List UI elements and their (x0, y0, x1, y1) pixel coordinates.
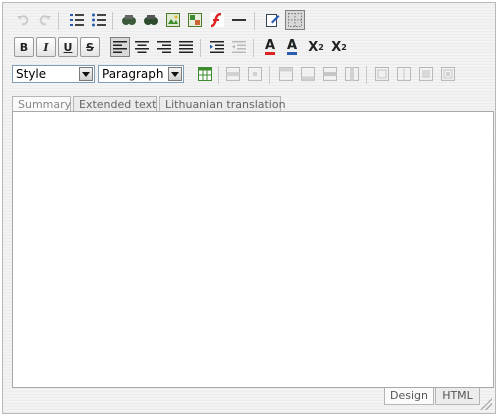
toolbar-separator (58, 12, 59, 30)
superscript-label: X (308, 39, 319, 55)
align-left-icon[interactable] (110, 37, 130, 57)
insert-column-icon[interactable] (342, 64, 362, 84)
flash-icon[interactable] (207, 10, 227, 30)
resize-grip-icon[interactable] (480, 398, 492, 410)
text-color-icon[interactable]: A (260, 37, 280, 57)
undo-icon[interactable] (13, 10, 33, 30)
numbered-list-icon[interactable] (67, 10, 87, 30)
image-icon[interactable] (163, 10, 183, 30)
link-icon[interactable] (119, 10, 139, 30)
block-format-select[interactable]: Paragraph (98, 65, 184, 83)
superscript-mark: 2 (318, 42, 324, 52)
toolbar-separator (112, 12, 113, 30)
align-center-icon[interactable] (132, 37, 152, 57)
text-color-label: A (264, 37, 276, 55)
superscript-button[interactable]: X2 (306, 37, 326, 57)
background-color-icon[interactable]: A (282, 37, 302, 57)
subscript-button[interactable]: X2 (329, 37, 349, 57)
chevron-down-icon (79, 67, 93, 81)
style-select-value: Style (16, 67, 47, 81)
toolbar-separator (218, 66, 219, 84)
block-format-value: Paragraph (102, 67, 164, 81)
indent-icon[interactable] (207, 37, 227, 57)
tab-html[interactable]: HTML (435, 388, 480, 405)
bold-button[interactable]: B (14, 37, 34, 57)
toolbar-separator (254, 12, 255, 30)
italic-button[interactable]: I (36, 37, 56, 57)
insert-table-icon[interactable] (195, 64, 215, 84)
row-props-icon[interactable] (223, 64, 243, 84)
style-select[interactable]: Style (12, 65, 95, 83)
table-props-icon[interactable] (416, 64, 436, 84)
tab-lithuanian-translation[interactable]: Lithuanian translation (159, 96, 286, 112)
bullet-list-icon[interactable] (89, 10, 109, 30)
editor-content-area[interactable] (12, 111, 494, 388)
redo-icon[interactable] (35, 10, 55, 30)
align-right-icon[interactable] (154, 37, 174, 57)
subscript-label: X (331, 39, 342, 55)
subscript-mark: 2 (341, 42, 347, 52)
edit-source-icon[interactable] (263, 10, 283, 30)
merge-cells-icon[interactable] (394, 64, 414, 84)
strikethrough-button[interactable]: S (80, 37, 100, 57)
tab-summary[interactable]: Summary (12, 96, 71, 112)
delete-table-icon[interactable] (438, 64, 458, 84)
insert-row-before-icon[interactable] (276, 64, 296, 84)
tab-design[interactable]: Design (384, 388, 434, 405)
underline-button[interactable]: U (58, 37, 78, 57)
outdent-icon[interactable] (229, 37, 249, 57)
visual-aid-icon[interactable] (285, 10, 305, 30)
split-cells-icon[interactable] (372, 64, 392, 84)
media-icon[interactable] (185, 10, 205, 30)
unlink-icon[interactable] (141, 10, 161, 30)
tab-extended-text[interactable]: Extended text (73, 96, 157, 112)
toolbar-separator (269, 66, 270, 84)
toolbar-separator (200, 39, 201, 57)
background-color-label: A (286, 37, 298, 55)
cell-props-icon[interactable] (245, 64, 265, 84)
rich-text-editor: B I U S A A X2 X2 Style Paragraph Summar… (2, 2, 496, 414)
insert-row-after-icon[interactable] (298, 64, 318, 84)
horizontal-rule-icon[interactable] (229, 10, 249, 30)
toolbar-separator (253, 39, 254, 57)
chevron-down-icon (168, 67, 182, 81)
delete-row-icon[interactable] (320, 64, 340, 84)
align-justify-icon[interactable] (176, 37, 196, 57)
toolbar-separator (366, 66, 367, 84)
